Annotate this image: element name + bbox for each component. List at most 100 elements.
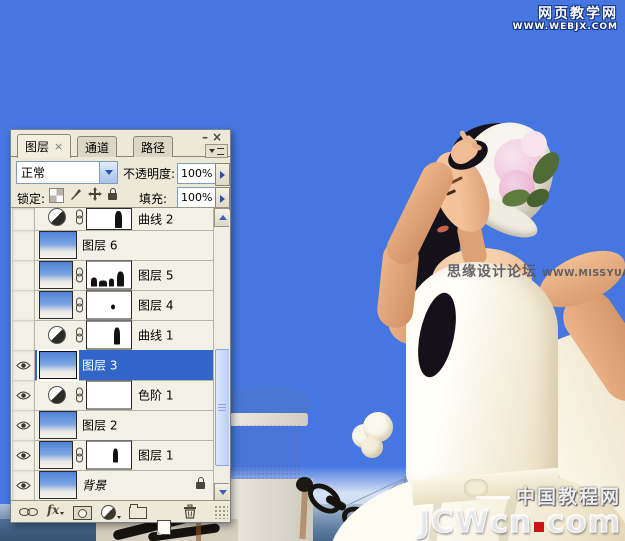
- fx-label: fx: [47, 503, 59, 517]
- layer-thumbnail[interactable]: [39, 471, 77, 499]
- chevron-up-icon: [219, 215, 227, 220]
- layer-row-curves-2[interactable]: 曲线 2: [12, 208, 213, 231]
- visibility-toggle[interactable]: [12, 470, 35, 500]
- scroll-up-button[interactable]: [214, 208, 229, 227]
- lock-pixels-brush-icon[interactable]: [69, 187, 83, 201]
- fill-label: 填充:: [139, 190, 167, 207]
- layer-mask-thumbnail[interactable]: [86, 441, 132, 470]
- combo-dropdown-button[interactable]: [99, 162, 117, 183]
- panel-window-buttons: –×: [202, 130, 226, 144]
- layer-row-layer-1[interactable]: 图层 1: [12, 440, 213, 471]
- add-mask-icon[interactable]: [73, 506, 92, 520]
- tab-channels[interactable]: 通道: [77, 136, 117, 157]
- layer-name: 图层 2: [82, 417, 117, 434]
- layer-mask-thumbnail[interactable]: [86, 321, 132, 350]
- arrow-right-icon: [220, 171, 225, 179]
- link-layers-icon[interactable]: [19, 508, 39, 517]
- layer-row-layer-6[interactable]: 图层 6: [12, 230, 213, 261]
- layer-row-layer-3[interactable]: 图层 3: [12, 350, 213, 381]
- eye-icon: [16, 420, 31, 431]
- lock-all-padlock-icon[interactable]: [108, 188, 117, 200]
- new-group-icon[interactable]: [129, 507, 147, 519]
- fill-value[interactable]: 100%: [177, 187, 219, 208]
- lock-transparency-icon[interactable]: [49, 188, 64, 203]
- visibility-toggle[interactable]: [12, 208, 35, 230]
- opacity-label: 不透明度:: [123, 165, 175, 182]
- layer-name: 图层 1: [138, 447, 173, 464]
- tab-paths-label: 路径: [141, 139, 165, 156]
- layer-mask-thumbnail[interactable]: [86, 261, 132, 290]
- link-icon: [76, 388, 83, 403]
- menu-lines-icon: [217, 148, 224, 155]
- dress-corsage: [361, 436, 383, 458]
- photoshop-screenshot: 网页教学网 WWW.WEBJX.COM 思缘设计论坛 WWW.MISSYUAN.…: [0, 0, 625, 541]
- opacity-arrow-button[interactable]: [215, 163, 230, 186]
- layer-name: 图层 4: [138, 297, 173, 314]
- tab-channels-label: 通道: [85, 139, 109, 156]
- layer-style-icon[interactable]: fx: [47, 503, 64, 517]
- visibility-toggle[interactable]: [12, 380, 35, 410]
- watermark-webjx-cn: 网页教学网: [513, 6, 618, 22]
- layer-row-levels-1[interactable]: 色阶 1: [12, 380, 213, 411]
- layer-thumbnail[interactable]: [39, 351, 77, 379]
- scroll-down-button[interactable]: [214, 483, 229, 500]
- layer-row-layer-2[interactable]: 图层 2: [12, 410, 213, 441]
- layer-mask-thumbnail[interactable]: [86, 208, 132, 230]
- blend-mode-select[interactable]: 正常: [16, 161, 118, 184]
- tab-close-icon[interactable]: ×: [54, 140, 63, 153]
- opacity-value[interactable]: 100%: [177, 163, 219, 184]
- layer-thumbnail[interactable]: [39, 441, 73, 469]
- visibility-toggle[interactable]: [12, 260, 35, 290]
- new-layer-icon[interactable]: [157, 520, 171, 535]
- layer-row-layer-5[interactable]: 图层 5: [12, 260, 213, 291]
- layer-row-background[interactable]: 背景: [12, 470, 213, 500]
- menu-triangle-icon: [209, 149, 215, 153]
- lock-position-move-icon[interactable]: [88, 187, 102, 201]
- visibility-toggle[interactable]: [12, 320, 35, 350]
- visibility-toggle[interactable]: [12, 290, 35, 320]
- panel-menu-button[interactable]: [205, 144, 228, 158]
- watermark-dash: [476, 496, 510, 499]
- adjustment-layer-icon: [48, 208, 66, 226]
- layer-mask-thumbnail[interactable]: [86, 291, 132, 320]
- layers-panel: 图层 × 通道 路径 –× 正常 不透明度: 100% 锁定:: [10, 129, 231, 523]
- visibility-toggle[interactable]: [12, 440, 35, 470]
- eye-icon: [16, 390, 31, 401]
- panel-toolbar: fx: [11, 500, 230, 522]
- layer-name: 曲线 1: [138, 327, 173, 344]
- layer-row-layer-4[interactable]: 图层 4: [12, 290, 213, 321]
- delete-trash-icon[interactable]: [183, 504, 197, 519]
- visibility-toggle[interactable]: [12, 410, 35, 440]
- adjustment-layer-button-icon[interactable]: [101, 505, 121, 520]
- eye-icon: [16, 480, 31, 491]
- minimize-icon[interactable]: –: [202, 130, 212, 144]
- watermark-missyuan-url: WWW.MISSYUAN.COM: [542, 268, 625, 279]
- tab-layers[interactable]: 图层 ×: [17, 134, 71, 158]
- scrollbar-grip: [218, 404, 226, 412]
- visibility-toggle[interactable]: [12, 350, 35, 380]
- layer-name: 色阶 1: [138, 387, 173, 404]
- lock-label: 锁定:: [17, 190, 45, 207]
- tab-layers-label: 图层: [25, 138, 49, 155]
- eye-icon: [16, 450, 31, 461]
- tab-paths[interactable]: 路径: [133, 136, 173, 157]
- layer-mask-thumbnail[interactable]: [86, 381, 132, 410]
- hat-rose: [521, 131, 547, 157]
- watermark-webjx-url: WWW.WEBJX.COM: [513, 22, 618, 32]
- scrollbar[interactable]: [213, 208, 229, 500]
- close-icon[interactable]: ×: [212, 130, 226, 144]
- panel-resize-grip[interactable]: [214, 505, 228, 519]
- layer-thumbnail[interactable]: [39, 291, 73, 319]
- layer-thumbnail[interactable]: [39, 261, 73, 289]
- layer-thumbnail[interactable]: [39, 411, 77, 439]
- visibility-toggle[interactable]: [12, 230, 35, 260]
- layer-name: 图层 5: [138, 267, 173, 284]
- watermark-webjx: 网页教学网 WWW.WEBJX.COM: [513, 6, 618, 32]
- adjustment-layer-icon: [48, 326, 66, 344]
- layer-list: 曲线 2 图层 6 图层 5: [12, 208, 229, 500]
- layer-name: 曲线 2: [138, 211, 173, 228]
- arrow-right-icon: [220, 195, 225, 203]
- layer-thumbnail[interactable]: [39, 231, 77, 259]
- layer-row-curves-1[interactable]: 曲线 1: [12, 320, 213, 351]
- scrollbar-thumb[interactable]: [215, 349, 229, 466]
